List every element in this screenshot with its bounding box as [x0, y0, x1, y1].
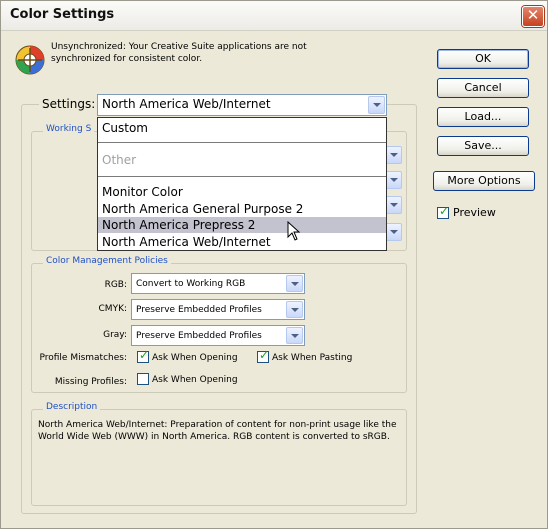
close-button[interactable]: ✕ [522, 6, 544, 27]
gray-policy-select[interactable]: Preserve Embedded Profiles [131, 325, 305, 346]
sync-status-text: Unsynchronized: Your Creative Suite appl… [51, 42, 307, 64]
cancel-button[interactable]: Cancel [437, 78, 529, 98]
settings-select-value: North America Web/Internet [102, 97, 271, 111]
profile-mismatches-label: Profile Mismatches: [39, 353, 127, 363]
save-button[interactable]: Save... [437, 136, 529, 156]
rgb-policy-value: Convert to Working RGB [136, 279, 246, 289]
color-wheel-icon [15, 45, 45, 75]
dropdown-option-general-purpose[interactable]: North America General Purpose 2 [98, 201, 386, 217]
preview-label: Preview [453, 206, 496, 219]
load-button[interactable]: Load... [437, 107, 529, 127]
cmyk-label: CMYK: [98, 304, 127, 314]
dropdown-option-web-internet[interactable]: North America Web/Internet [98, 234, 386, 250]
settings-select[interactable]: North America Web/Internet [97, 94, 387, 116]
cmyk-policy-select[interactable]: Preserve Embedded Profiles [131, 299, 305, 320]
ask-when-pasting-label: Ask When Pasting [272, 353, 353, 363]
working-cmyk-chevron-icon[interactable] [385, 171, 402, 189]
dropdown-option-monitor-color[interactable]: Monitor Color [98, 184, 386, 200]
chevron-down-icon[interactable] [286, 301, 303, 318]
chevron-down-icon[interactable] [368, 96, 385, 114]
color-settings-dialog: Color Settings ✕ Unsynchronized: Your Cr… [0, 0, 548, 529]
gray-label: Gray: [103, 330, 127, 340]
working-spaces-title: Working S [43, 124, 95, 134]
dropdown-option-prepress[interactable]: North America Prepress 2 [98, 217, 386, 233]
ask-when-opening-checkbox[interactable] [137, 348, 149, 363]
chevron-down-icon[interactable] [286, 327, 303, 344]
cmyk-policy-value: Preserve Embedded Profiles [136, 305, 262, 315]
dropdown-option-other: Other [102, 153, 137, 167]
title-bar: Color Settings ✕ [1, 1, 547, 31]
dropdown-separator [98, 142, 386, 143]
missing-ask-when-opening-checkbox[interactable] [137, 373, 149, 385]
description-title: Description [43, 402, 101, 412]
working-rgb-chevron-icon[interactable] [385, 146, 402, 164]
rgb-label: RGB: [104, 280, 127, 290]
missing-ask-when-opening-label: Ask When Opening [152, 375, 238, 385]
ask-when-pasting-checkbox[interactable] [257, 348, 269, 363]
preview-checkbox[interactable] [437, 204, 449, 219]
more-options-button[interactable]: More Options [433, 171, 535, 191]
policies-title: Color Management Policies [43, 256, 171, 266]
dropdown-option-custom[interactable]: Custom [98, 120, 386, 136]
ask-when-opening-label: Ask When Opening [152, 353, 238, 363]
settings-dropdown-list[interactable]: Custom Other Monitor Color North America… [97, 117, 387, 251]
dropdown-separator [98, 176, 386, 177]
working-gray-chevron-icon[interactable] [385, 196, 402, 214]
description-text: North America Web/Internet: Preparation … [38, 420, 397, 442]
gray-policy-value: Preserve Embedded Profiles [136, 331, 262, 341]
settings-label: Settings: [39, 97, 99, 111]
rgb-policy-select[interactable]: Convert to Working RGB [131, 273, 305, 294]
mouse-cursor-icon [287, 221, 301, 241]
chevron-down-icon[interactable] [286, 275, 303, 292]
close-icon: ✕ [526, 6, 540, 24]
working-spot-chevron-icon[interactable] [385, 223, 402, 241]
ok-button[interactable]: OK [437, 49, 529, 69]
window-title: Color Settings [10, 7, 115, 22]
missing-profiles-label: Missing Profiles: [54, 377, 127, 387]
